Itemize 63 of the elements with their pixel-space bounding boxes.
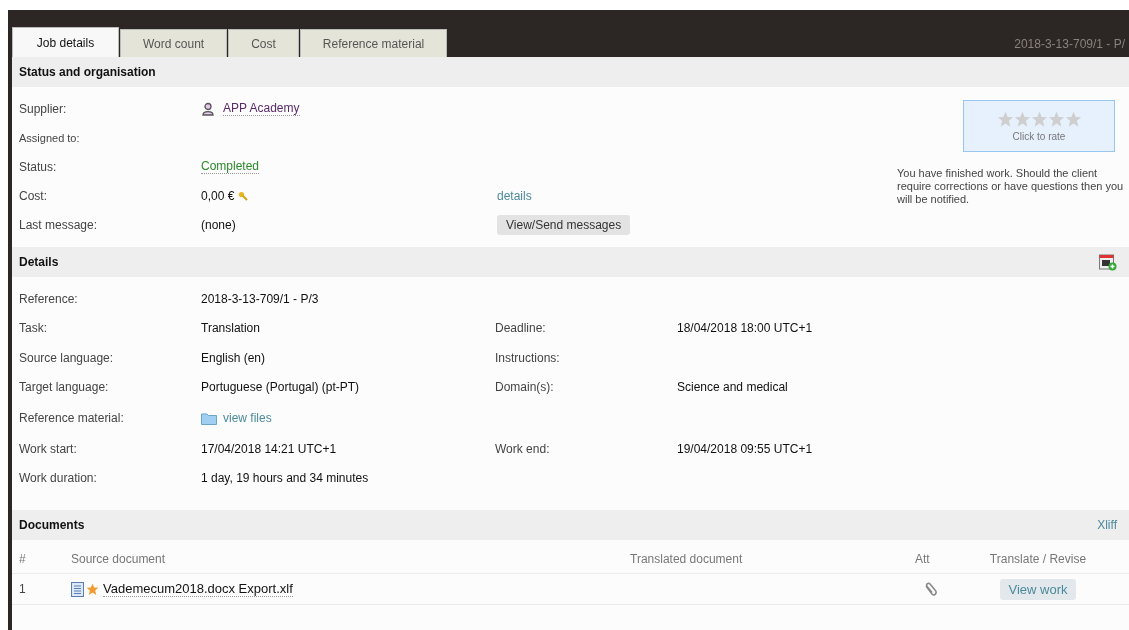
field-label: Supplier:	[19, 101, 68, 116]
field-label: Work end:	[495, 441, 550, 456]
field-value: 2018-3-13-709/1 - P/3	[201, 291, 319, 306]
field-label: Target language:	[19, 380, 110, 395]
field-label: Deadline:	[495, 321, 546, 336]
person-icon	[201, 101, 215, 116]
field-label: Reference material:	[19, 411, 125, 425]
column-header: Translated document	[630, 551, 744, 566]
field-label: Task:	[19, 321, 48, 336]
field-value: 1 day, 19 hours and 34 minutes	[201, 471, 369, 486]
tab[interactable]: Reference material	[299, 29, 448, 57]
view-files-link[interactable]: view files	[223, 411, 272, 425]
tab[interactable]: Cost	[228, 29, 299, 57]
key-icon[interactable]	[238, 190, 249, 201]
details-link[interactable]: details	[497, 188, 532, 203]
section-header: Details	[19, 255, 59, 269]
field-value: 18/04/2018 18:00 UTC+1	[677, 321, 813, 336]
field-label: Source language:	[19, 350, 115, 365]
supplier-link[interactable]: APP Academy	[223, 101, 300, 116]
column-header: Att	[915, 551, 931, 566]
row-number: 1	[19, 582, 27, 596]
field-label: Last message:	[19, 217, 99, 232]
star-icon[interactable]	[1030, 110, 1048, 128]
calendar-add-icon[interactable]	[1099, 253, 1117, 271]
view-work-button[interactable]: View work	[1000, 578, 1076, 600]
notice-text: You have finished work. Should the client require corrections or have questions then you will be notified.	[897, 167, 1125, 206]
field-value: 17/04/2018 14:21 UTC+1	[201, 441, 337, 456]
xliff-link[interactable]: Xliff	[1097, 518, 1117, 532]
document-icon	[71, 581, 84, 597]
field-label: Instructions:	[495, 350, 560, 365]
messages-button[interactable]: View/Send messages	[497, 214, 631, 235]
section-header: Documents	[19, 518, 85, 532]
field-label: Assigned to:	[19, 131, 81, 144]
field-label: Work start:	[19, 441, 78, 456]
cost-value: 0,00 €	[201, 188, 235, 203]
rate-caption: Click to rate	[1012, 130, 1066, 142]
field-value: 19/04/2018 09:55 UTC+1	[677, 441, 813, 456]
status-value[interactable]: Completed	[201, 159, 260, 174]
column-header: Translate / Revise	[988, 551, 1088, 566]
job-reference: 2018-3-13-709/1 - P/	[1014, 37, 1126, 51]
paperclip-icon[interactable]	[923, 581, 938, 597]
folder-icon	[201, 411, 217, 425]
field-value: Portuguese (Portugal) (pt-PT)	[201, 380, 360, 395]
field-label: Work duration:	[19, 471, 98, 486]
column-header: #	[19, 551, 27, 566]
field-label: Status:	[19, 159, 58, 174]
rating-box[interactable]: Click to rate	[963, 100, 1115, 152]
star-icon[interactable]	[996, 110, 1014, 128]
field-value: (none)	[201, 217, 236, 232]
star-icon[interactable]	[1064, 110, 1082, 128]
star-icon[interactable]	[1013, 110, 1031, 128]
section-header: Status and organisation	[12, 57, 1129, 87]
column-header: Source document	[71, 551, 167, 566]
field-value: Science and medical	[677, 380, 788, 395]
field-label: Reference:	[19, 291, 79, 306]
star-icon[interactable]	[1047, 110, 1065, 128]
tab[interactable]: Word count	[120, 29, 228, 57]
field-label: Domain(s):	[495, 380, 554, 395]
tab[interactable]: Job details	[12, 27, 119, 57]
document-link[interactable]: Vademecum2018.docx Export.xlf	[103, 581, 293, 597]
field-value: English (en)	[201, 350, 266, 365]
field-value: Translation	[201, 321, 260, 336]
field-label: Cost:	[19, 188, 48, 203]
